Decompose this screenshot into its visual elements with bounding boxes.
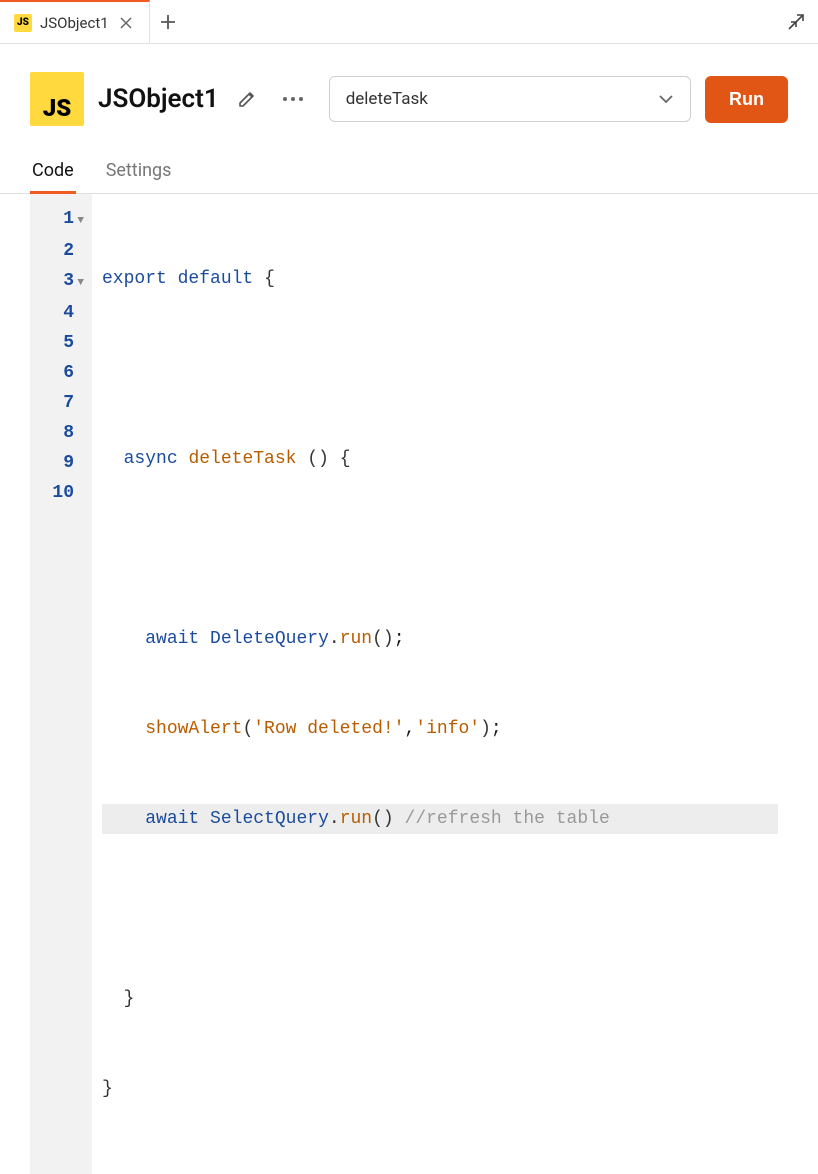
tab-bar: JS JSObject1: [0, 0, 818, 44]
editor-tabs: Code Settings: [0, 150, 818, 194]
fold-icon[interactable]: ▼: [74, 268, 84, 298]
run-button[interactable]: Run: [705, 76, 788, 123]
add-tab-button[interactable]: [150, 14, 186, 30]
tab-title: JSObject1: [40, 14, 109, 32]
edit-icon[interactable]: [237, 89, 257, 109]
object-title: JSObject1: [98, 84, 219, 114]
chevron-down-icon: [658, 94, 674, 104]
header: JS JSObject1 deleteTask Run: [0, 44, 818, 144]
tab-settings[interactable]: Settings: [104, 150, 174, 193]
code-content[interactable]: export default { async deleteTask () { a…: [92, 194, 788, 1174]
function-select-value: deleteTask: [346, 89, 428, 109]
line-gutter: 1 ▼ 2 3 ▼ 4 5 6 7 8 9 10: [30, 194, 92, 1174]
js-object-icon: JS: [30, 72, 84, 126]
code-editor[interactable]: 1 ▼ 2 3 ▼ 4 5 6 7 8 9 10 export default …: [30, 194, 788, 1174]
more-icon[interactable]: [281, 96, 305, 102]
close-tab-icon[interactable]: [117, 14, 135, 32]
file-tab[interactable]: JS JSObject1: [0, 0, 150, 43]
js-file-icon: JS: [14, 14, 32, 32]
tab-code[interactable]: Code: [30, 150, 76, 194]
function-select[interactable]: deleteTask: [329, 76, 691, 122]
collapse-icon[interactable]: [786, 12, 806, 32]
fold-icon[interactable]: ▼: [74, 206, 84, 236]
